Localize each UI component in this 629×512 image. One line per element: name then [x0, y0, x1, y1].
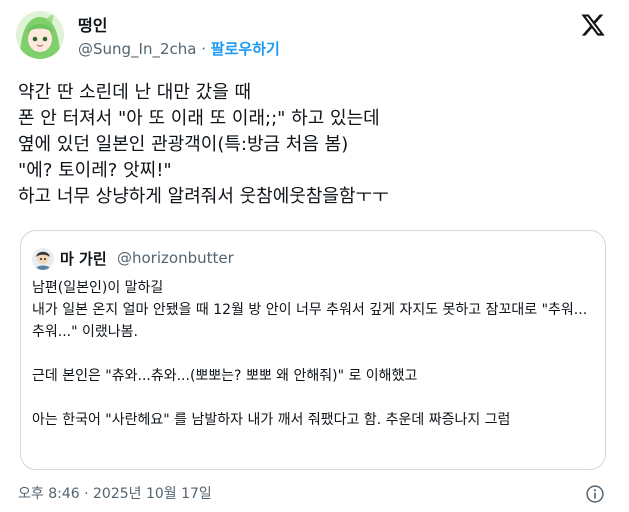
- info-icon[interactable]: [585, 484, 605, 504]
- handle-separator: ·: [196, 40, 211, 58]
- x-logo-icon[interactable]: [580, 12, 606, 38]
- author-handle-row: @Sung_In_2cha · 팔로우하기: [78, 38, 280, 59]
- quoted-post[interactable]: 마 가린 @horizonbutter 남편(일본인)이 말하길 내가 일본 온…: [20, 230, 606, 470]
- post-text: 약간 딴 소린데 난 대만 갔을 때 폰 안 터져서 "아 또 이래 또 이래;…: [18, 82, 389, 207]
- follow-button[interactable]: 팔로우하기: [211, 40, 280, 58]
- author-avatar[interactable]: [16, 11, 64, 59]
- avatar-illustration: [16, 11, 64, 59]
- author-handle[interactable]: @Sung_In_2cha: [78, 40, 196, 58]
- quote-author-handle[interactable]: @horizonbutter: [117, 249, 234, 267]
- quote-text: 남편(일본인)이 말하길 내가 일본 온지 얼마 안됐을 때 12월 방 안이 …: [32, 280, 588, 428]
- quote-author-avatar[interactable]: [32, 248, 54, 270]
- author-name[interactable]: 떵인: [78, 12, 107, 36]
- quote-avatar-illustration: [32, 248, 54, 270]
- post-timestamp[interactable]: 오후 8:46 · 2025년 10월 17일: [18, 483, 212, 503]
- quote-author-name[interactable]: 마 가린: [60, 248, 107, 269]
